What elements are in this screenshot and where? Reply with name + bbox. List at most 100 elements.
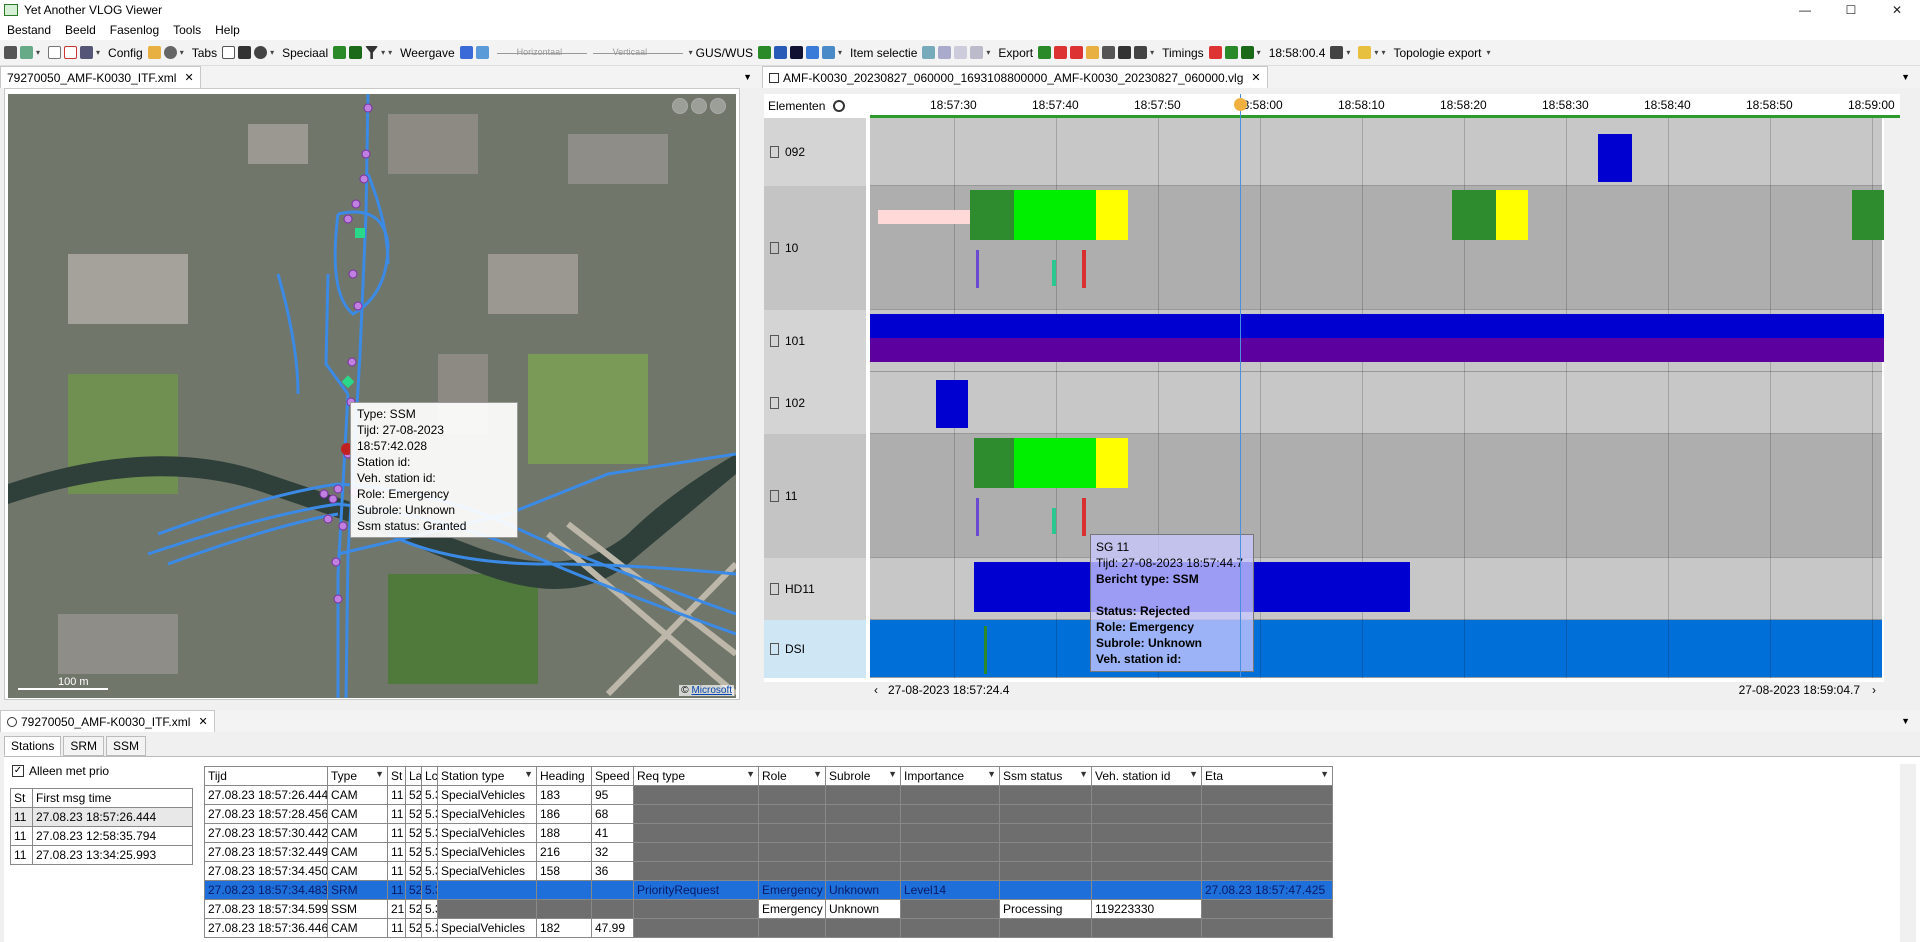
col-first-msg-time[interactable]: First msg time <box>32 788 193 808</box>
message-row[interactable]: 27.08.23 18:57:34.599SSM21525.3 Emergency… <box>204 899 1333 919</box>
message-row[interactable]: 27.08.23 18:57:34.450CAM11525.3SpecialVe… <box>204 861 1333 881</box>
timeline-block[interactable] <box>976 250 979 288</box>
filter-icon[interactable]: ▼ <box>813 769 822 779</box>
lane-dsi[interactable] <box>870 620 1882 678</box>
col-speed[interactable]: Speed <box>591 766 634 786</box>
col-st[interactable]: St <box>387 766 406 786</box>
config-button[interactable]: Config <box>108 46 143 60</box>
col-lc[interactable]: Lc <box>421 766 438 786</box>
list-button[interactable]: ▾ <box>4 46 43 59</box>
menu-fasenlog[interactable]: Fasenlog <box>103 23 166 37</box>
map-settings-icon[interactable] <box>710 98 726 114</box>
timings-tools[interactable]: ▾ <box>1208 46 1264 59</box>
panel-menu-icon[interactable]: ▼ <box>743 72 752 82</box>
item-selectie-button[interactable]: Item selectie <box>850 46 917 60</box>
timeline-view[interactable]: Elementen 18:57:30 18:57:40 18:57:50 18:58:… <box>764 94 1900 696</box>
search-icon[interactable] <box>833 100 846 112</box>
lane-102[interactable] <box>870 372 1882 434</box>
cursor-handle[interactable] <box>1234 98 1247 111</box>
speciaal-tools[interactable]: ▾ ▾ <box>333 46 395 59</box>
col-st[interactable]: St <box>10 788 33 808</box>
timeline-block[interactable] <box>1496 190 1528 240</box>
panel-menu-icon[interactable]: ▼ <box>1901 716 1910 726</box>
time-cursor[interactable] <box>1240 94 1241 678</box>
speciaal-button[interactable]: Speciaal <box>282 46 328 60</box>
menu-help[interactable]: Help <box>208 23 247 37</box>
message-row[interactable]: 27.08.23 18:57:32.449CAM11525.3SpecialVe… <box>204 842 1333 862</box>
lane-101[interactable] <box>870 310 1896 372</box>
message-row[interactable]: 27.08.23 18:57:26.444CAM11525.3SpecialVe… <box>204 785 1333 805</box>
close-button[interactable]: ✕ <box>1874 0 1920 20</box>
row-label-dsi[interactable]: DSI <box>764 620 866 678</box>
message-row[interactable]: 27.08.23 18:57:36.446CAM11525.3SpecialVe… <box>204 918 1333 938</box>
close-icon[interactable]: ✕ <box>184 71 193 84</box>
menu-beeld[interactable]: Beeld <box>58 23 103 37</box>
timeline-block[interactable] <box>878 210 970 224</box>
close-icon[interactable]: ✕ <box>1251 71 1260 84</box>
scroll-left-icon[interactable]: ‹ <box>874 683 878 697</box>
filter-icon[interactable]: ▼ <box>888 769 897 779</box>
filter-icon[interactable]: ▼ <box>746 769 755 779</box>
prio-checkbox[interactable]: ✓ Alleen met prio <box>12 764 109 778</box>
gus-wus-tools[interactable]: ▾ <box>758 46 845 59</box>
close-icon[interactable]: ✕ <box>198 715 207 728</box>
lane-092[interactable] <box>870 118 1882 186</box>
timeline-block[interactable] <box>1052 508 1056 534</box>
map-tab[interactable]: 79270050_AMF-K0030_ITF.xml ✕ <box>0 66 201 88</box>
file-buttons[interactable]: ▾ <box>48 46 103 59</box>
zoom-in-icon[interactable] <box>672 98 688 114</box>
station-row[interactable]: 11 27.08.23 12:58:35.794 <box>10 826 193 846</box>
gus-wus-button[interactable]: GUS/WUS <box>696 46 753 60</box>
col-eta[interactable]: Eta ▼ <box>1201 766 1333 786</box>
weergave-button[interactable]: Weergave <box>400 46 454 60</box>
timeline-block[interactable] <box>1598 134 1632 182</box>
col-subrole[interactable]: Subrole ▼ <box>825 766 901 786</box>
timeline-block[interactable] <box>1052 260 1056 286</box>
timeline-vscroll[interactable] <box>1884 118 1900 696</box>
export-tools[interactable]: ▾ <box>1038 46 1157 59</box>
filter-icon[interactable]: ▼ <box>1189 769 1198 779</box>
minimize-button[interactable]: — <box>1782 0 1828 20</box>
map-canvas[interactable] <box>8 94 736 698</box>
row-label-11[interactable]: 11 <box>764 434 866 558</box>
row-label-101[interactable]: 101 <box>764 310 866 372</box>
col-station-type[interactable]: Station type ▼ <box>437 766 537 786</box>
maximize-button[interactable]: ☐ <box>1828 0 1874 20</box>
filter-icon[interactable]: ▼ <box>375 769 384 779</box>
tabs-tools[interactable]: ▾ <box>222 46 277 59</box>
filter-icon[interactable]: ▼ <box>987 769 996 779</box>
lane-10[interactable] <box>870 186 1896 310</box>
table-vscroll[interactable] <box>1900 764 1916 942</box>
filter-icon[interactable]: ▼ <box>1320 769 1329 779</box>
topologie-export-button[interactable]: Topologie export <box>1393 46 1481 60</box>
col-type[interactable]: Type ▼ <box>327 766 388 786</box>
timeline-block[interactable] <box>976 498 979 536</box>
map-view[interactable]: Type: SSM Tijd: 27-08-2023 18:57:42.028 … <box>8 94 736 698</box>
row-label-hd11[interactable]: HD11 <box>764 558 866 620</box>
filter-icon[interactable]: ▼ <box>1079 769 1088 779</box>
horizontal-slider[interactable]: Horizontaal <box>496 47 587 58</box>
station-row[interactable]: 11 27.08.23 13:34:25.993 <box>10 845 193 865</box>
col-heading[interactable]: Heading <box>536 766 592 786</box>
timings-button[interactable]: Timings <box>1162 46 1204 60</box>
timeline-block[interactable] <box>984 626 987 674</box>
col-req-type[interactable]: Req type ▼ <box>633 766 759 786</box>
folder-button[interactable]: ▾ ▾ <box>1358 46 1388 59</box>
export-button[interactable]: Export <box>998 46 1033 60</box>
timeline-block[interactable] <box>936 380 968 428</box>
message-row[interactable]: 27.08.23 18:57:28.456CAM11525.3SpecialVe… <box>204 804 1333 824</box>
config-tools[interactable]: ▾ <box>147 46 187 59</box>
pencil-button[interactable]: ▾ <box>1330 46 1353 59</box>
tab-srm[interactable]: SRM <box>63 736 105 756</box>
bottom-tab[interactable]: 79270050_AMF-K0030_ITF.xml ✕ <box>0 710 215 732</box>
timeline-block[interactable] <box>1082 250 1086 288</box>
menu-bestand[interactable]: Bestand <box>0 23 58 37</box>
scroll-right-icon[interactable]: › <box>1872 683 1876 697</box>
zoom-out-icon[interactable] <box>691 98 707 114</box>
lane-hd11[interactable] <box>870 558 1882 620</box>
station-row[interactable]: 11 27.08.23 18:57:26.444 <box>10 807 193 827</box>
weergave-tools[interactable] <box>459 46 492 59</box>
lane-11[interactable] <box>870 434 1882 558</box>
timeline-block[interactable] <box>1014 438 1096 488</box>
item-selectie-tools[interactable]: ▾ <box>922 46 993 59</box>
